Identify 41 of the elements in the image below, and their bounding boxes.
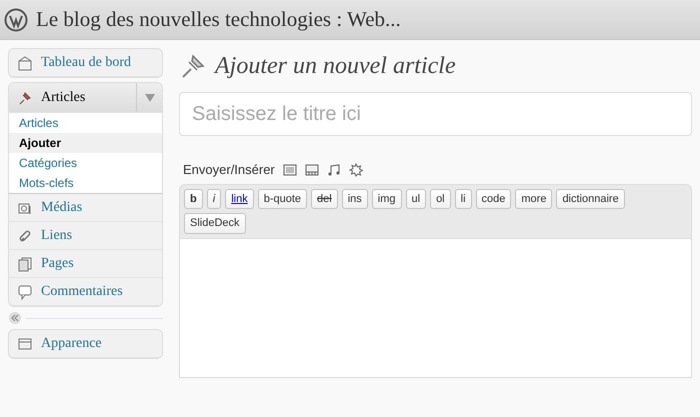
editor-button[interactable]: dictionnaire bbox=[556, 188, 625, 209]
editor-area[interactable] bbox=[179, 238, 692, 378]
editor-button[interactable]: b-quote bbox=[258, 188, 308, 209]
editor-button[interactable]: img bbox=[372, 188, 402, 209]
page-heading: Ajouter un nouvel article bbox=[215, 52, 456, 81]
window-icon bbox=[17, 336, 33, 352]
submenu-item[interactable]: Articles bbox=[9, 113, 162, 133]
menu-item[interactable]: Tableau de bord bbox=[9, 49, 162, 77]
pushpin-icon bbox=[17, 90, 33, 106]
menu-item[interactable]: Commentaires bbox=[9, 278, 162, 306]
editor-button[interactable]: i bbox=[206, 188, 222, 209]
music-note-icon bbox=[326, 162, 341, 177]
submenu-item[interactable]: Catégories bbox=[9, 153, 162, 173]
menu-item[interactable]: Liens bbox=[9, 222, 162, 250]
chain-link-icon bbox=[17, 228, 33, 244]
title-field[interactable]: Saisissez le titre ici bbox=[179, 92, 692, 136]
editor-button[interactable]: b bbox=[184, 188, 203, 209]
menu-item[interactable]: Articles bbox=[9, 83, 162, 113]
menu-item[interactable]: Apparence bbox=[9, 330, 162, 358]
editor-button[interactable]: ol bbox=[430, 188, 451, 209]
menu-item[interactable]: Pages bbox=[9, 250, 162, 278]
editor-button[interactable]: li bbox=[454, 188, 472, 209]
editor-button[interactable]: more bbox=[515, 188, 552, 209]
image-icon bbox=[282, 162, 297, 177]
editor-button[interactable]: ins bbox=[342, 188, 368, 209]
editor-button[interactable]: SlideDeck bbox=[184, 213, 246, 234]
submenu-item[interactable]: Mots-clefs bbox=[9, 173, 162, 193]
upload-insert-label: Envoyer/Insérer bbox=[183, 161, 275, 179]
star-burst-icon bbox=[348, 162, 363, 177]
editor-button[interactable]: link bbox=[225, 188, 254, 209]
caret-icon bbox=[144, 94, 154, 102]
menu-item[interactable]: Médias bbox=[9, 194, 162, 222]
editor-button[interactable]: code bbox=[476, 188, 512, 209]
editor-button[interactable]: ul bbox=[406, 188, 426, 209]
video-icon bbox=[304, 162, 319, 177]
collapse-icon bbox=[8, 311, 22, 325]
speech-bubble-icon bbox=[17, 284, 33, 300]
pages-icon bbox=[17, 256, 33, 272]
submenu-item[interactable]: Ajouter bbox=[9, 133, 162, 153]
house-icon bbox=[17, 54, 33, 70]
editor-button[interactable]: del bbox=[311, 188, 338, 209]
